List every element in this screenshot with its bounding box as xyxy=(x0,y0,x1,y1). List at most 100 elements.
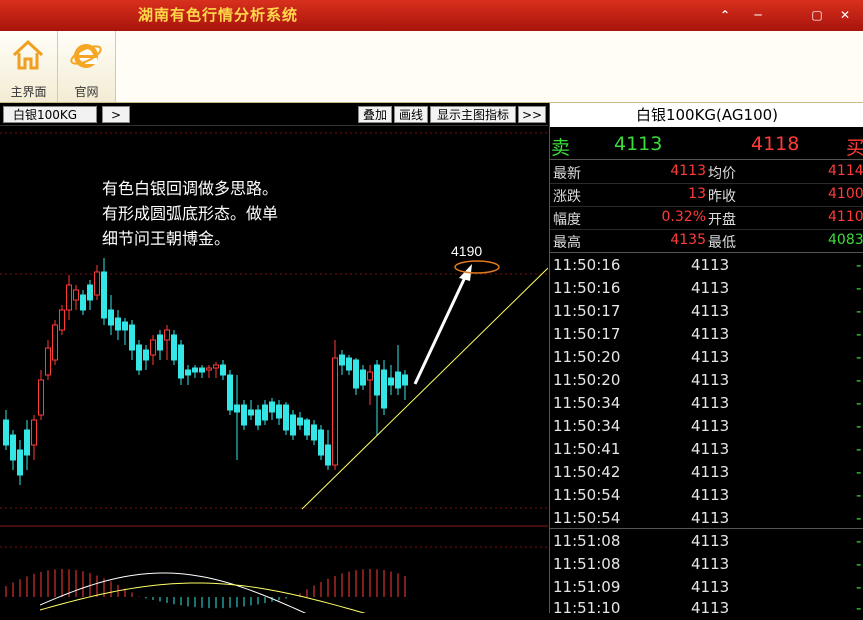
tick-direction: - xyxy=(856,325,862,343)
tick-row: 11:50:54 4113 - xyxy=(550,507,863,530)
tick-time: 11:50:17 xyxy=(553,325,621,343)
tick-price: 4113 xyxy=(691,463,730,481)
tick-time: 11:50:42 xyxy=(553,463,621,481)
tick-price: 4113 xyxy=(691,279,730,297)
tick-row: 11:50:20 4113 - xyxy=(550,369,863,392)
candle-body xyxy=(59,309,65,331)
candle-body xyxy=(395,371,401,389)
candle-body xyxy=(269,401,275,413)
more-button[interactable]: >> xyxy=(518,106,546,123)
note-line: 细节问王朝博金。 xyxy=(102,229,231,248)
quote-row: 涨跌 13 昨收 4100 xyxy=(550,183,863,207)
buy-label: 买 xyxy=(846,137,863,159)
tick-time: 11:51:10 xyxy=(553,599,621,617)
tick-row: 11:51:09 4113 - xyxy=(550,576,863,599)
tick-direction: - xyxy=(856,371,862,389)
ie-browser-icon xyxy=(70,44,102,68)
candles xyxy=(3,258,408,485)
quote-label: 涨跌 xyxy=(553,189,581,205)
candle-body xyxy=(143,349,149,361)
buy-price: 4118 xyxy=(751,133,800,155)
candle-body xyxy=(213,364,219,369)
tick-direction: - xyxy=(856,578,862,596)
tick-row: 11:50:20 4113 - xyxy=(550,346,863,369)
tick-price: 4113 xyxy=(691,325,730,343)
tick-price: 4113 xyxy=(691,486,730,504)
quote-label: 最新 xyxy=(553,166,581,182)
divider xyxy=(550,252,863,253)
home-icon xyxy=(12,39,44,70)
tick-price: 4113 xyxy=(691,532,730,550)
candle-body xyxy=(304,419,310,436)
tick-price: 4113 xyxy=(691,555,730,573)
symbol-selector[interactable]: 白银100KG xyxy=(3,106,97,123)
tick-row: 11:50:42 4113 - xyxy=(550,461,863,484)
minimize-button[interactable]: ─ xyxy=(749,6,767,24)
tick-time: 11:50:20 xyxy=(553,371,621,389)
candle-body xyxy=(17,449,23,476)
candle-body xyxy=(87,284,93,301)
tick-price: 4113 xyxy=(691,256,730,274)
maximize-button[interactable]: ▢ xyxy=(808,6,826,24)
candle-body xyxy=(388,377,394,386)
draw-line-button[interactable]: 画线 xyxy=(394,106,428,123)
candle-body xyxy=(45,347,51,376)
candle-body xyxy=(262,404,268,421)
candle-body xyxy=(255,409,261,426)
collapse-button[interactable]: ⌃ xyxy=(716,6,734,24)
candle-body xyxy=(206,367,212,371)
candle-body xyxy=(73,289,79,301)
tick-price: 4113 xyxy=(691,578,730,596)
next-symbol-button[interactable]: > xyxy=(102,106,130,123)
tick-price: 4113 xyxy=(691,348,730,366)
website-label: 官网 xyxy=(74,85,99,99)
tick-direction: - xyxy=(856,302,862,320)
candle-body xyxy=(115,317,121,331)
tick-time: 11:50:54 xyxy=(553,509,621,527)
tick-price: 4113 xyxy=(691,394,730,412)
quote-value: 4100 xyxy=(828,186,863,202)
tick-time: 11:50:17 xyxy=(553,302,621,320)
candle-body xyxy=(374,364,380,396)
tick-price: 4113 xyxy=(691,371,730,389)
quote-row: 最高 4135 最低 4083 xyxy=(550,229,863,253)
candle-body xyxy=(52,324,58,361)
home-button[interactable]: 主界面 xyxy=(0,31,58,102)
tick-row: 11:50:54 4113 - xyxy=(550,484,863,507)
candle-body xyxy=(157,334,163,351)
close-button[interactable]: ✕ xyxy=(836,6,854,24)
target-ellipse xyxy=(454,260,500,274)
quote-value: 4135 xyxy=(670,232,706,248)
candle-body xyxy=(311,424,317,441)
quote-value: 4114 xyxy=(828,163,863,179)
tick-row: 11:51:08 4113 - xyxy=(550,553,863,576)
tick-direction: - xyxy=(856,463,862,481)
candle-body xyxy=(332,357,338,466)
overlay-button[interactable]: 叠加 xyxy=(358,106,392,123)
tick-row: 11:50:34 4113 - xyxy=(550,415,863,438)
candle-body xyxy=(381,369,387,409)
candle-body xyxy=(80,294,86,311)
note-line: 有色白银回调做多思路。 xyxy=(102,179,279,198)
tick-direction: - xyxy=(856,394,862,412)
candle-body xyxy=(3,419,9,446)
target-arrow xyxy=(413,272,469,385)
candle-body xyxy=(220,364,226,376)
candle-body xyxy=(171,334,177,361)
quote-label: 最高 xyxy=(553,235,581,251)
tick-time: 11:50:41 xyxy=(553,440,621,458)
indicator-bars xyxy=(5,569,406,609)
candle-body xyxy=(129,324,135,351)
candle-body xyxy=(325,444,331,466)
analysis-note: 有色白银回调做多思路。 有形成圆弧底形态。做单 细节问王朝博金。 xyxy=(102,176,362,251)
website-button[interactable]: 官网 xyxy=(58,31,116,102)
tick-direction: - xyxy=(856,417,862,435)
candle-body xyxy=(192,367,198,373)
quote-panel: 白银100KG(AG100) 卖 4113 4118 买 最新 4113 均价 … xyxy=(549,103,863,617)
sell-price: 4113 xyxy=(614,133,663,155)
quote-value: 13 xyxy=(688,186,706,202)
tick-row: 11:50:17 4113 - xyxy=(550,300,863,323)
tick-direction: - xyxy=(856,348,862,366)
main-indicator-button[interactable]: 显示主图指标 xyxy=(430,106,516,123)
candle-body xyxy=(185,369,191,376)
